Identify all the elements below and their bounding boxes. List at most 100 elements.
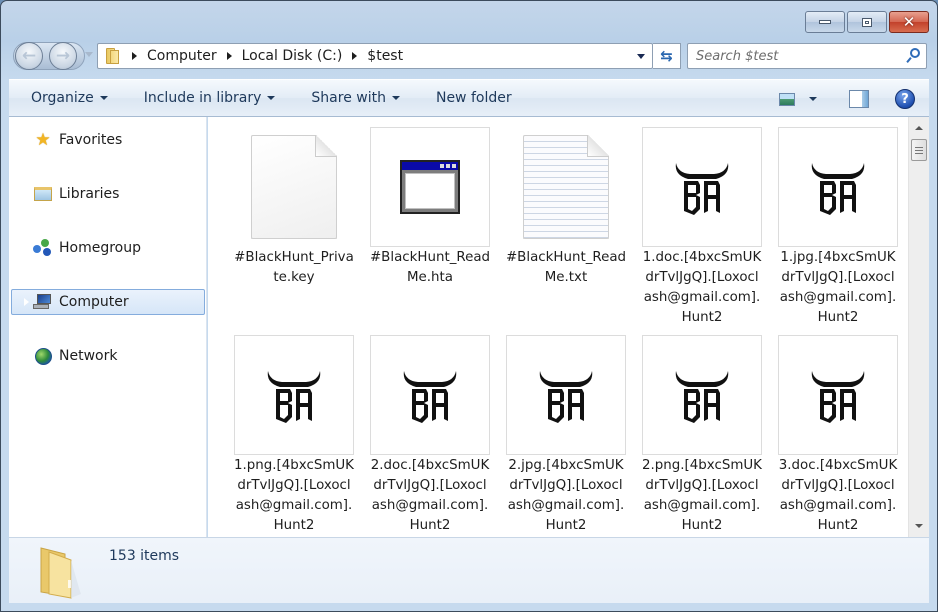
expand-arrow-icon[interactable] — [23, 297, 29, 307]
file-list: #BlackHunt_Priva te.key #BlackHunt_Read Me… — [208, 117, 908, 537]
star-icon: ★ — [35, 130, 51, 150]
sidebar-item-computer[interactable]: Computer — [11, 289, 205, 315]
change-view-icon[interactable] — [779, 92, 795, 106]
address-history-dropdown[interactable] — [630, 44, 652, 68]
file-item[interactable]: #BlackHunt_Read Me.txt — [504, 117, 628, 323]
breadcrumb-computer[interactable]: Computer — [147, 48, 217, 64]
maximize-button[interactable] — [847, 11, 887, 33]
file-name: 1.png.[4bxcSmUK drTvlJgQ].[Loxocl ash@gmai… — [234, 458, 354, 533]
minimize-button[interactable] — [805, 11, 845, 33]
navigation-bar: ← → Computer Local Disk (C:) $test ⇆ — [13, 41, 929, 71]
recent-pages-dropdown[interactable] — [85, 52, 93, 57]
refresh-button[interactable]: ⇆ — [653, 43, 681, 69]
breadcrumb-local-disk[interactable]: Local Disk (C:) — [242, 48, 343, 64]
new-folder-label: New folder — [435, 90, 512, 106]
minimize-icon — [819, 20, 831, 24]
preview-pane-icon[interactable] — [849, 90, 869, 108]
view-options-dropdown[interactable] — [809, 97, 817, 101]
organize-label: Organize — [31, 90, 94, 106]
command-bar-right: ? — [779, 80, 915, 118]
address-bar[interactable]: Computer Local Disk (C:) $test — [97, 43, 653, 69]
blackhunt-logo-icon — [778, 127, 898, 247]
forward-button[interactable]: → — [49, 42, 77, 70]
search-input[interactable] — [696, 48, 896, 64]
network-icon — [33, 347, 53, 365]
scroll-up-button[interactable] — [909, 119, 929, 137]
blackhunt-logo-icon — [370, 335, 490, 455]
file-name: #BlackHunt_Read Me.txt — [505, 250, 627, 285]
explorer-window: ✕ ← → Computer Local Disk (C:) $test ⇆ O… — [0, 0, 938, 612]
blackhunt-logo-icon — [642, 335, 762, 455]
breadcrumb-separator[interactable] — [132, 52, 137, 60]
forward-arrow-icon: → — [55, 46, 71, 66]
command-bar: Organize Include in library Share with N… — [9, 79, 929, 117]
file-name: 3.doc.[4bxcSmUK drTvlJgQ].[Loxocl ash@gmai… — [778, 458, 898, 533]
chevron-down-icon — [99, 96, 108, 100]
details-pane: 153 items — [9, 537, 929, 603]
sidebar-item-network[interactable]: Network — [11, 343, 205, 369]
search-box — [687, 43, 927, 69]
sidebar-item-label: Favorites — [59, 132, 123, 148]
expand-arrow-icon[interactable] — [23, 351, 29, 361]
folder-icon — [40, 547, 81, 599]
libraries-icon — [33, 185, 53, 203]
sidebar-item-favorites[interactable]: ★ Favorites — [11, 127, 205, 153]
arrow-down-icon — [915, 524, 923, 528]
file-item[interactable]: 1.png.[4bxcSmUK drTvlJgQ].[Loxocl ash@gmai… — [232, 325, 356, 533]
organize-menu[interactable]: Organize — [31, 90, 108, 106]
new-folder-button[interactable]: New folder — [436, 90, 512, 106]
share-with-label: Share with — [311, 90, 386, 106]
sidebar-item-homegroup[interactable]: Homegroup — [11, 235, 205, 261]
breadcrumb-separator[interactable] — [226, 52, 232, 60]
maximize-icon — [862, 17, 872, 27]
close-button[interactable]: ✕ — [889, 11, 929, 33]
help-icon[interactable]: ? — [895, 89, 915, 109]
expand-arrow-icon[interactable] — [23, 243, 29, 253]
file-item[interactable]: 2.jpg.[4bxcSmUK drTvlJgQ].[Loxocl ash@gmai… — [504, 325, 628, 533]
blackhunt-logo-icon — [506, 335, 626, 455]
history-buttons: ← → — [13, 41, 93, 71]
item-count: 153 items — [109, 548, 180, 564]
navigation-pane: ★ Favorites Libraries Homegroup Computer… — [9, 117, 207, 537]
expand-arrow-icon[interactable] — [23, 189, 29, 199]
file-item[interactable]: 1.jpg.[4bxcSmUK drTvlJgQ].[Loxocl ash@gmai… — [776, 117, 900, 325]
file-name: 2.doc.[4bxcSmUK drTvlJgQ].[Loxocl ash@gmai… — [370, 458, 490, 533]
text-document-icon — [506, 127, 626, 247]
file-name: 2.png.[4bxcSmUK drTvlJgQ].[Loxocl ash@gmai… — [642, 458, 762, 533]
arrow-up-icon — [915, 126, 923, 130]
back-button[interactable]: ← — [15, 42, 43, 70]
blank-document-icon — [234, 127, 354, 247]
include-in-library-label: Include in library — [143, 90, 262, 106]
chevron-down-icon — [391, 96, 400, 100]
blackhunt-logo-icon — [642, 127, 762, 247]
caption-buttons: ✕ — [805, 11, 929, 33]
share-with-menu[interactable]: Share with — [311, 90, 400, 106]
file-item[interactable]: 3.doc.[4bxcSmUK drTvlJgQ].[Loxocl ash@gmai… — [776, 325, 900, 533]
blackhunt-logo-icon — [778, 335, 898, 455]
file-name: 1.doc.[4bxcSmUK drTvlJgQ].[Loxocl ash@gmai… — [642, 250, 762, 325]
file-item[interactable]: #BlackHunt_Read Me.hta — [368, 117, 492, 323]
sidebar-item-label: Computer — [59, 294, 129, 310]
sidebar-item-libraries[interactable]: Libraries — [11, 181, 205, 207]
breadcrumb-separator[interactable] — [352, 52, 358, 60]
chevron-down-icon — [267, 96, 276, 100]
homegroup-icon — [33, 239, 53, 257]
sidebar-item-label: Libraries — [59, 186, 120, 202]
close-icon: ✕ — [902, 12, 916, 31]
blackhunt-logo-icon — [234, 335, 354, 455]
include-in-library-menu[interactable]: Include in library — [144, 90, 276, 106]
file-item[interactable]: 1.doc.[4bxcSmUK drTvlJgQ].[Loxocl ash@gmai… — [640, 117, 764, 325]
scroll-down-button[interactable] — [909, 517, 929, 535]
expand-arrow-icon[interactable] — [23, 135, 29, 145]
chevron-down-icon — [637, 53, 645, 59]
breadcrumb-test-folder[interactable]: $test — [367, 48, 403, 64]
file-item[interactable]: 2.png.[4bxcSmUK drTvlJgQ].[Loxocl ash@gmai… — [640, 325, 764, 533]
file-item[interactable]: #BlackHunt_Priva te.key — [232, 117, 356, 323]
vertical-scrollbar[interactable] — [908, 117, 929, 537]
file-item[interactable]: 2.doc.[4bxcSmUK drTvlJgQ].[Loxocl ash@gmai… — [368, 325, 492, 533]
search-icon[interactable] — [906, 48, 920, 64]
scrollbar-thumb[interactable] — [911, 139, 927, 161]
file-name: 1.jpg.[4bxcSmUK drTvlJgQ].[Loxocl ash@gmai… — [779, 250, 897, 325]
back-arrow-icon: ← — [21, 46, 37, 66]
computer-icon — [33, 293, 53, 311]
